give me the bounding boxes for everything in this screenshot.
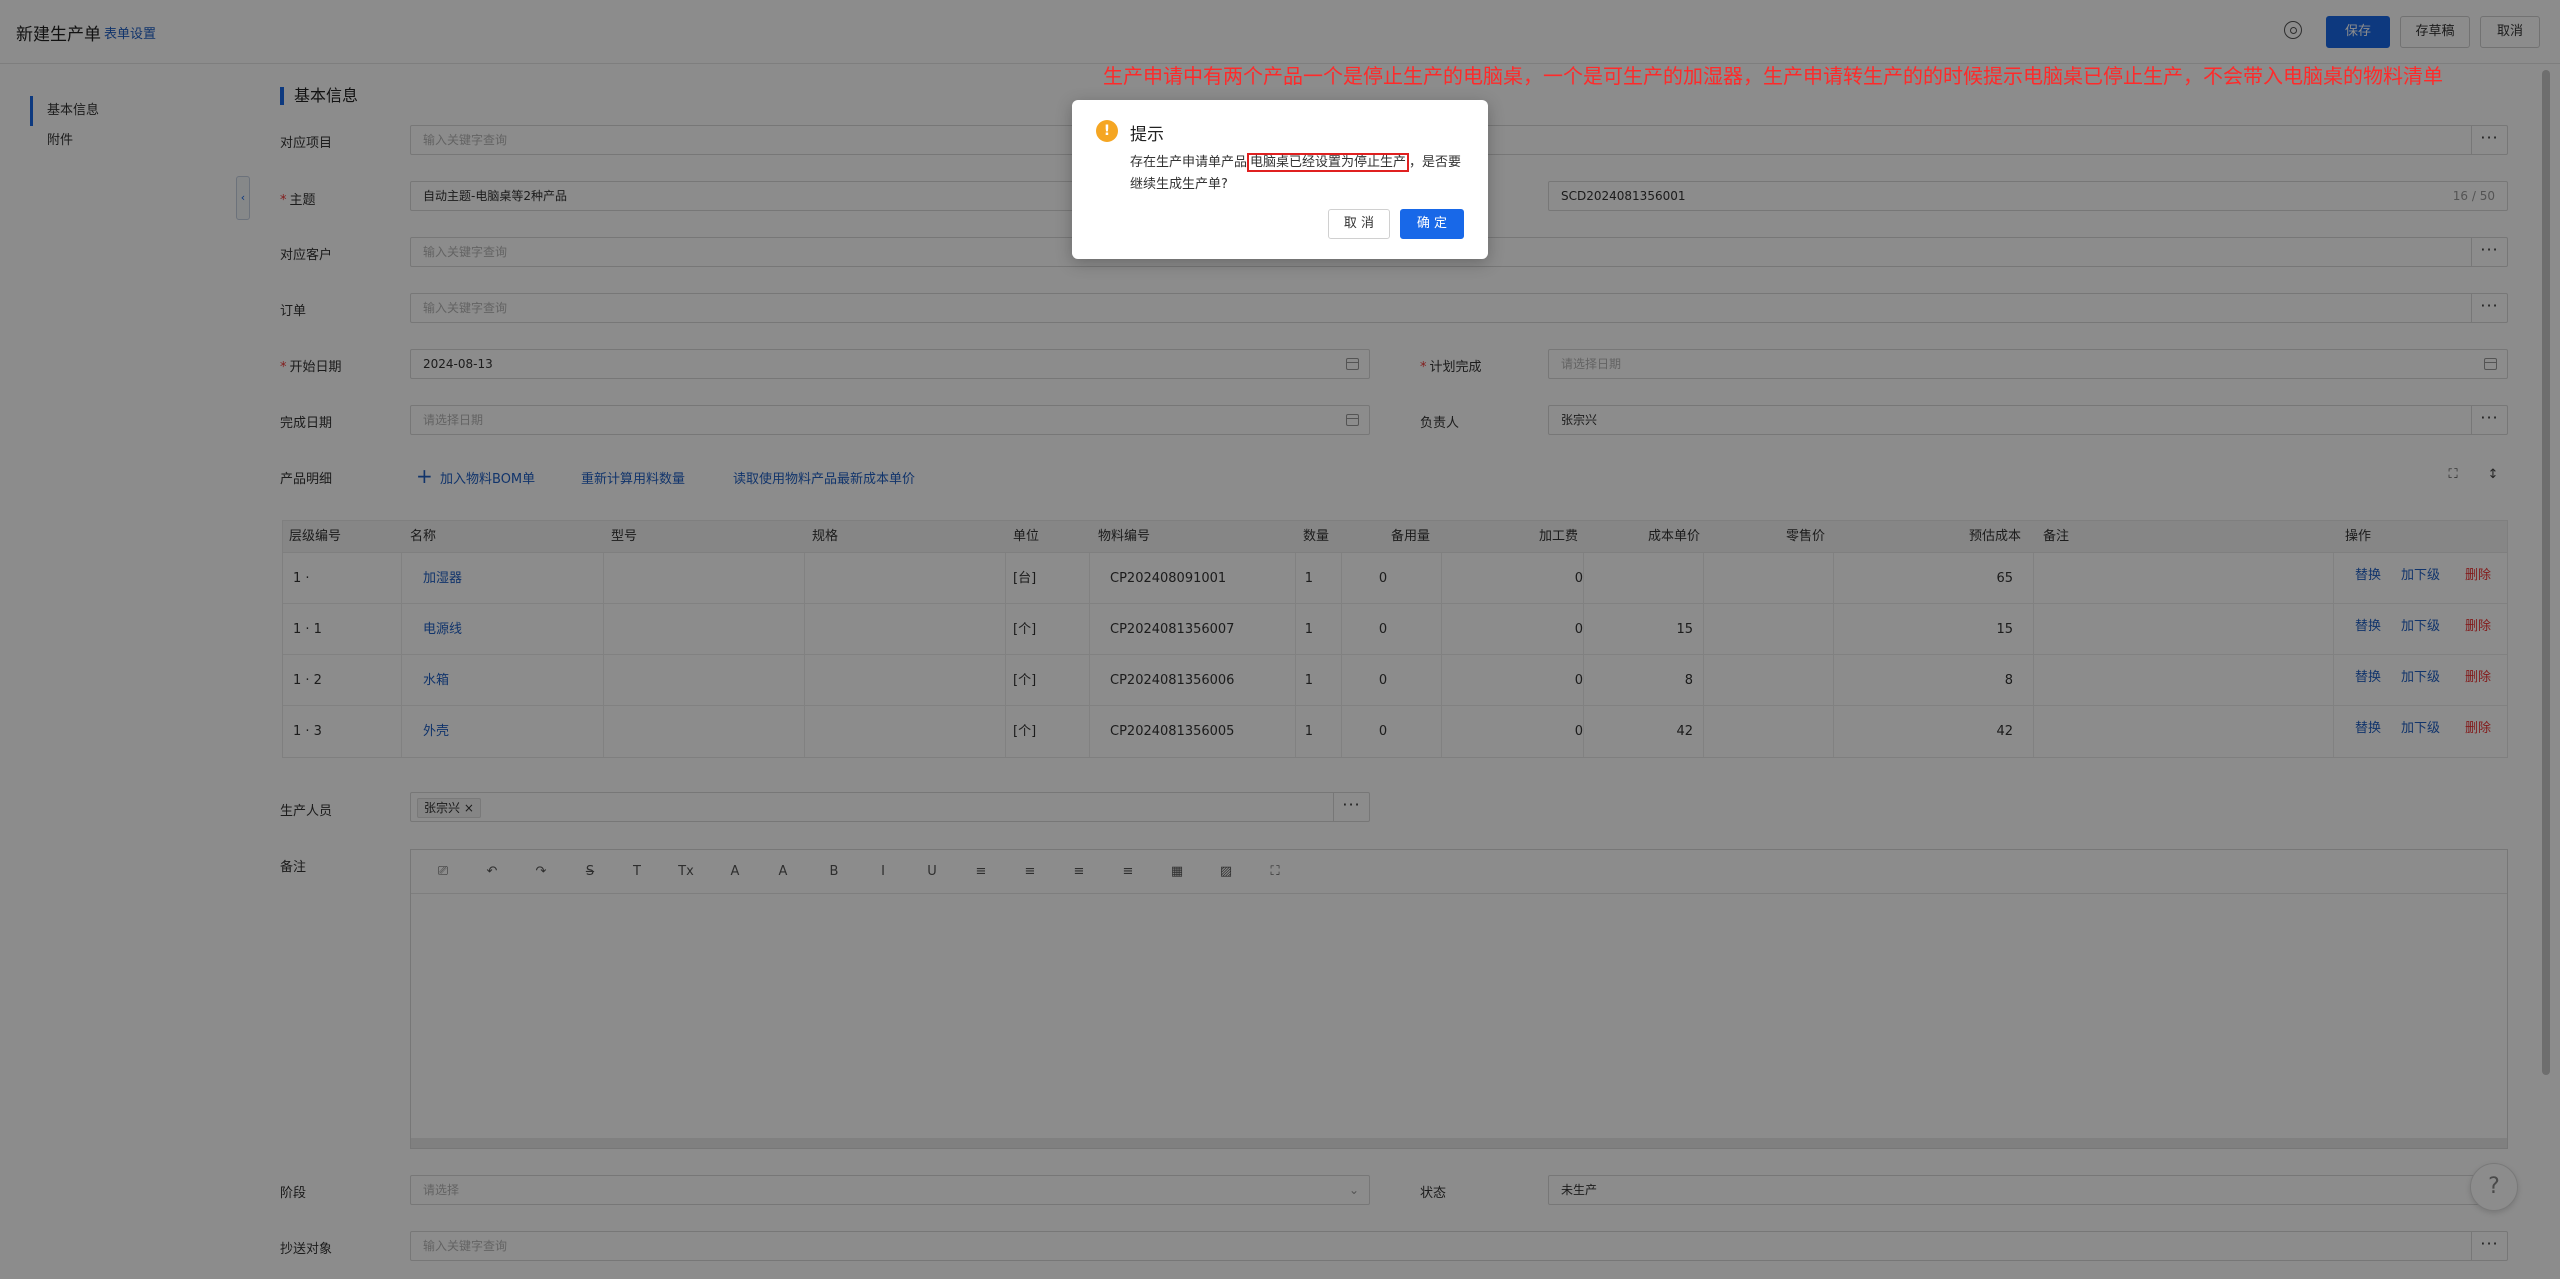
- dialog-confirm-button[interactable]: 确 定: [1400, 209, 1464, 239]
- red-annotation-text: 生产申请中有两个产品一个是停止生产的电脑桌，一个是可生产的加湿器，生产申请转生产…: [1103, 64, 2443, 88]
- dialog-message-prefix: 存在生产申请单产品: [1130, 155, 1248, 170]
- dialog-message: 存在生产申请单产品 电脑桌已经设置为停止生产 ，是否要继续生成生产单?: [1130, 152, 1470, 196]
- dialog-cancel-button[interactable]: 取 消: [1328, 209, 1390, 239]
- warning-icon: !: [1096, 120, 1118, 142]
- confirm-dialog: ! 提示 存在生产申请单产品 电脑桌已经设置为停止生产 ，是否要继续生成生产单? 取…: [1072, 100, 1488, 259]
- dialog-message-highlight: 电脑桌已经设置为停止生产: [1247, 153, 1410, 172]
- dialog-title: 提示: [1130, 125, 1164, 145]
